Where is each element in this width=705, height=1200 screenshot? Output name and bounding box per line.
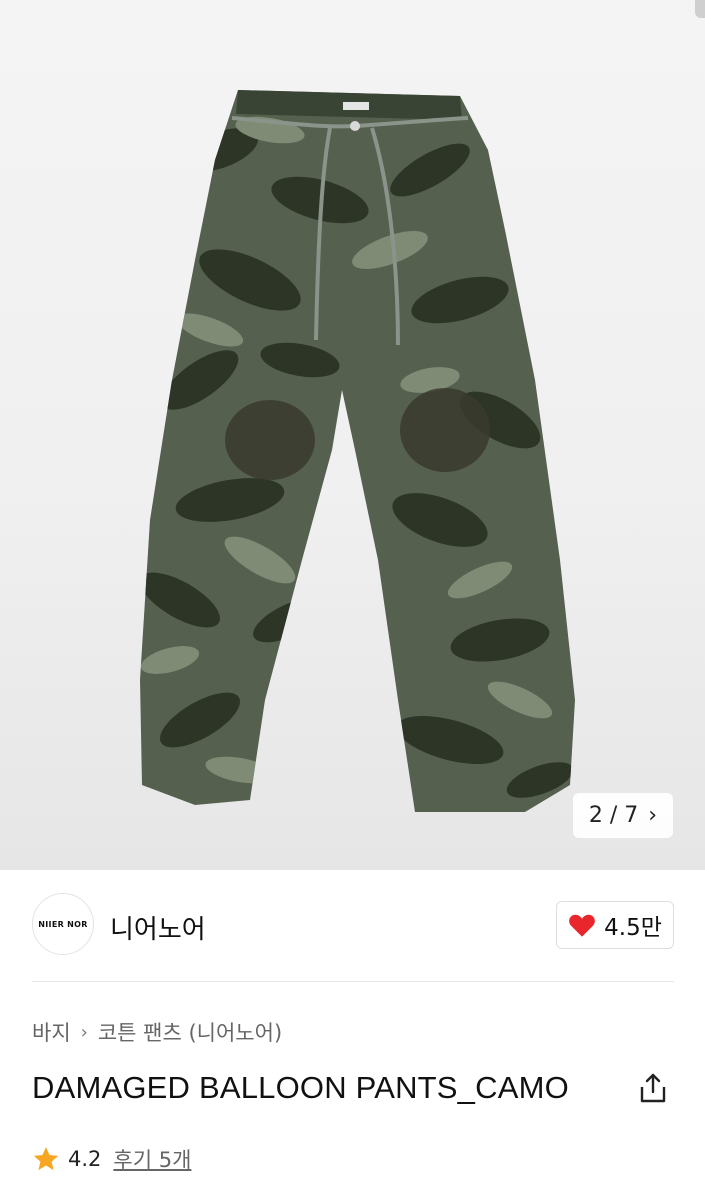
product-image-gallery[interactable]: 2 / 7 › (0, 0, 705, 870)
product-title: DAMAGED BALLOON PANTS_CAMO (32, 1070, 569, 1105)
star-icon (33, 1147, 59, 1171)
chevron-right-icon: › (80, 1021, 88, 1043)
rating-row: 4.2 후기 5개 (32, 1144, 191, 1174)
camo-pants-image (140, 90, 575, 812)
brand-row: NIIER NOR 니어노어 4.5만 (32, 893, 674, 957)
heart-icon (569, 914, 595, 937)
gallery-pager[interactable]: 2 / 7 › (573, 793, 673, 838)
gallery-current: 2 (588, 803, 603, 828)
gallery-counter: 2 / 7 (589, 803, 638, 828)
gallery-separator: / (609, 803, 618, 828)
brand-logo[interactable]: NIIER NOR (32, 893, 94, 955)
share-icon[interactable] (638, 1072, 668, 1104)
like-button[interactable]: 4.5만 (556, 901, 674, 949)
chevron-right-icon[interactable]: › (648, 803, 657, 828)
breadcrumb: 바지 › 코튼 팬츠 (니어노어) (32, 1017, 282, 1047)
like-count: 4.5만 (604, 915, 662, 941)
breadcrumb-item-category[interactable]: 바지 (32, 1017, 71, 1047)
title-row: DAMAGED BALLOON PANTS_CAMO (32, 1068, 674, 1112)
gallery-total: 7 (624, 803, 639, 828)
divider (32, 981, 674, 982)
review-link[interactable]: 후기 5개 (113, 1144, 191, 1174)
brand-logo-text: NIIER NOR (38, 919, 88, 929)
brand-name[interactable]: 니어노어 (110, 909, 206, 946)
breadcrumb-item-subcategory[interactable]: 코튼 팬츠 (니어노어) (98, 1017, 282, 1047)
rating-value: 4.2 (68, 1147, 102, 1171)
